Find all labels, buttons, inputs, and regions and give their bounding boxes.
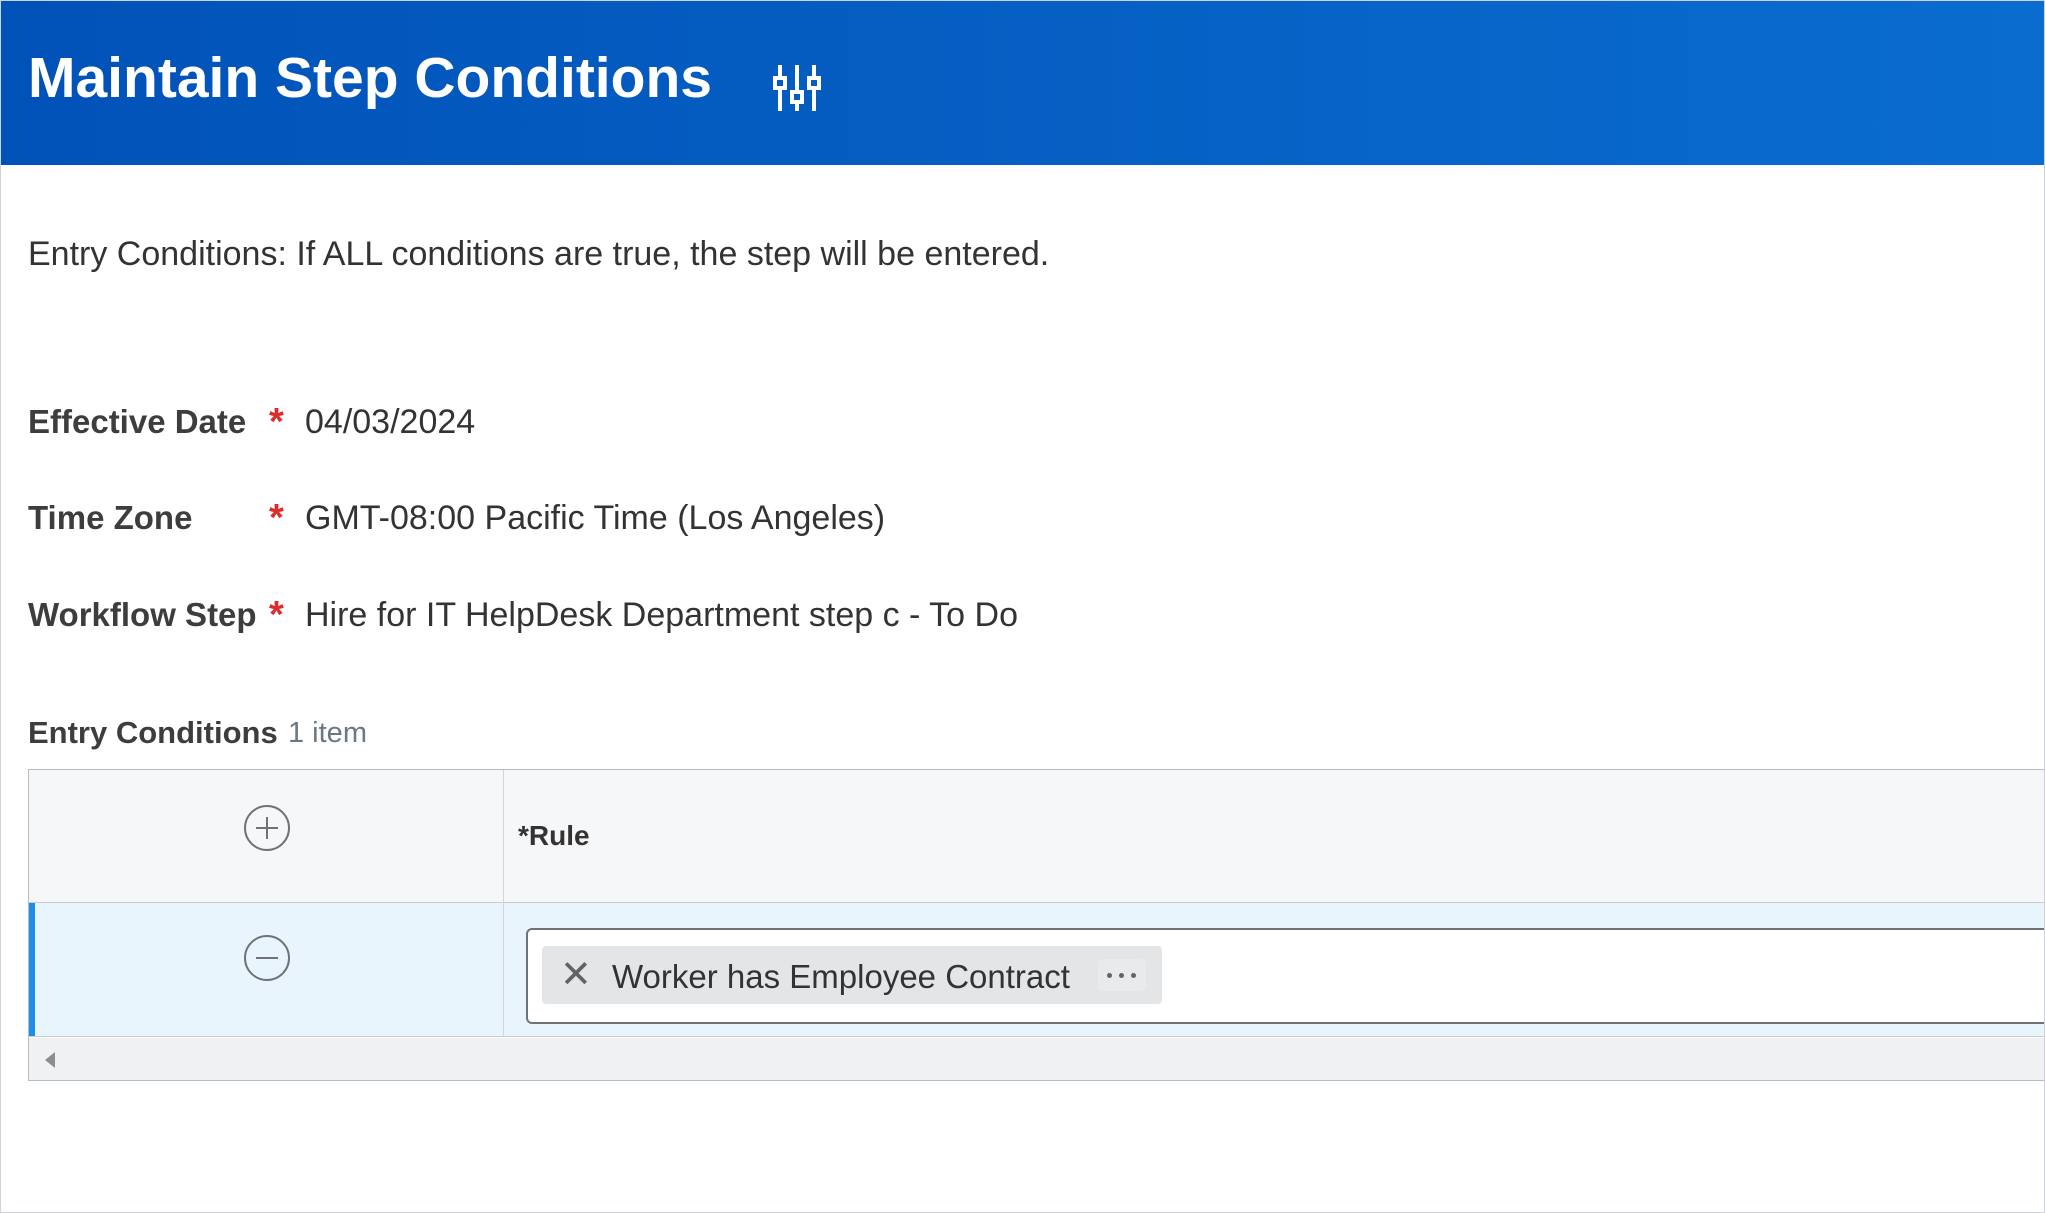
grid-header-row: *Rule [29, 770, 2044, 903]
required-marker: * [269, 497, 284, 539]
table-row: ✕ Worker has Employee Contract [29, 903, 2044, 1037]
horizontal-scrollbar[interactable] [29, 1038, 2044, 1080]
workflow-step-value: Hire for IT HelpDesk Department step c -… [305, 596, 1019, 634]
effective-date-value: 04/03/2024 [305, 403, 476, 441]
entry-conditions-instructions: Entry Conditions: If ALL conditions are … [28, 235, 1050, 273]
related-actions-sliders-icon[interactable] [773, 63, 821, 113]
page-header: Maintain Step Conditions [1, 1, 2044, 165]
required-marker: * [269, 401, 284, 443]
required-marker: * [269, 594, 284, 636]
workflow-step-label: Workflow Step [28, 596, 257, 633]
x-icon[interactable]: ✕ [560, 954, 592, 996]
page-title: Maintain Step Conditions [28, 46, 712, 110]
ellipsis-icon[interactable] [1098, 959, 1146, 991]
entry-conditions-title: Entry Conditions [28, 715, 278, 750]
time-zone-value: GMT-08:00 Pacific Time (Los Angeles) [305, 499, 886, 537]
selected-rule-pill: ✕ Worker has Employee Contract [542, 946, 1162, 1004]
column-divider [503, 770, 504, 1036]
app-window: Maintain Step Conditions Entry Condition… [0, 0, 2045, 1213]
effective-date-label: Effective Date [28, 403, 247, 440]
rule-prompt-field[interactable]: ✕ Worker has Employee Contract [526, 928, 2044, 1024]
rule-value: Worker has Employee Contract [612, 958, 1070, 995]
add-row-plus-icon[interactable] [244, 805, 290, 851]
item-count: 1 item [288, 717, 367, 749]
scroll-left-arrow-icon[interactable] [45, 1052, 55, 1068]
entry-conditions-grid: *Rule ✕ Worker has Employee Contract [28, 769, 2044, 1081]
time-zone-label: Time Zone [28, 499, 193, 536]
selected-row-indicator [29, 903, 35, 1036]
remove-row-minus-icon[interactable] [244, 935, 290, 981]
rule-column-header: *Rule [518, 820, 590, 851]
